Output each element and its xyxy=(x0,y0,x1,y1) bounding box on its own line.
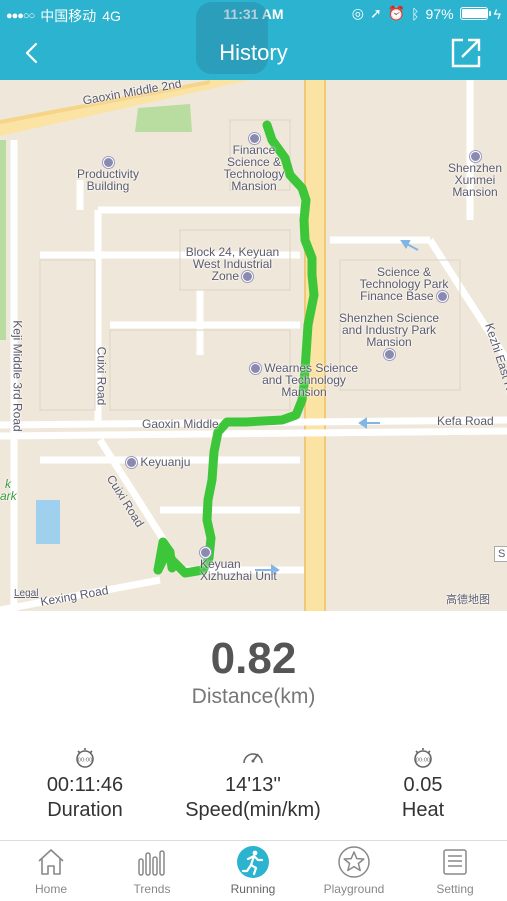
battery-percent: 97% xyxy=(425,5,454,22)
svg-text:00:00: 00:00 xyxy=(416,758,430,764)
duration-stat: 00:00 00:11:46 Duration xyxy=(10,745,160,823)
map-poi-keyuan-xizhuzhai: Keyuan Xizhuzhai Unit xyxy=(200,546,280,582)
stopwatch-icon: 00:00 xyxy=(414,748,432,768)
speed-stat: 14'13'' Speed(min/km) xyxy=(178,745,328,823)
map-poi-keyuanju: Keyuanju xyxy=(126,456,190,469)
heat-stat: 00:00 0.05 Heat xyxy=(348,745,498,823)
tab-trends[interactable]: Trends xyxy=(102,845,202,896)
poi-icon xyxy=(242,271,254,283)
charging-icon: ϟ xyxy=(493,5,501,22)
lock-rotation-icon: ◎ xyxy=(351,5,364,21)
map-road-badge: S xyxy=(494,546,507,562)
map-poi-productivity: Productivity Building xyxy=(68,156,148,192)
tab-playground[interactable]: Playground xyxy=(304,845,404,896)
map-label-kefa-road: Kefa Road xyxy=(437,414,494,428)
map-poi-xunmei: Shenzhen Xunmei Mansion xyxy=(440,150,507,198)
status-right: ◎ ➚ ⏰ ᛒ 97% ϟ xyxy=(352,5,501,22)
alarm-icon: ⏰ xyxy=(387,5,406,21)
heat-value: 0.05 xyxy=(403,774,443,796)
speed-label: Speed(min/km) xyxy=(185,799,321,821)
home-icon xyxy=(38,849,64,875)
map-provider-logo: 高德地图 xyxy=(446,594,490,606)
map-poi-block24: Block 24, Keyuan West Industrial Zone xyxy=(185,245,280,283)
tab-bar: Home Trends Running Playground Setting xyxy=(0,840,507,901)
poi-icon xyxy=(436,291,448,303)
map-label-gaoxin-middle: Gaoxin Middle xyxy=(142,417,219,431)
heat-label: Heat xyxy=(401,799,445,821)
poi-icon xyxy=(126,457,137,469)
distance-label: Distance(km) xyxy=(191,685,316,708)
poi-icon xyxy=(249,363,261,375)
tab-setting[interactable]: Setting xyxy=(405,845,505,896)
distance-value: 0.82 xyxy=(210,634,297,683)
bluetooth-icon: ᛒ xyxy=(411,5,420,22)
map-label-keji-road: Keji Middle 3rd Road xyxy=(10,320,25,432)
svg-text:00:00: 00:00 xyxy=(78,758,92,764)
star-icon xyxy=(338,846,370,878)
battery-icon xyxy=(459,7,491,20)
map-poi-st-park: Science & Technology Park Finance Base xyxy=(359,265,449,303)
speed-value: 14'13'' xyxy=(225,774,281,796)
map-poi-finance: Finance Science & Technology Mansion xyxy=(218,132,290,192)
stopwatch-icon: 00:00 xyxy=(76,748,94,768)
share-button[interactable] xyxy=(447,34,485,72)
trends-icon xyxy=(138,850,165,876)
duration-label: Duration xyxy=(47,799,123,821)
location-icon: ➚ xyxy=(369,5,382,21)
duration-value: 00:11:46 xyxy=(46,774,124,796)
nav-bar: History xyxy=(0,2,507,80)
map-label-cuixi-road: Cuixi Road xyxy=(94,346,109,406)
list-icon xyxy=(443,849,467,875)
map-label-park: k ark xyxy=(0,477,17,503)
route-map[interactable]: Gaoxin Middle 2nd Productivity Building … xyxy=(0,80,507,611)
speedometer-icon xyxy=(243,753,263,764)
map-poi-wearnes: Wearnes Science and Technology Mansion xyxy=(244,362,364,398)
tab-running[interactable]: Running xyxy=(203,845,303,896)
map-poi-sz-science: Shenzhen Science and Industry Park Mansi… xyxy=(334,312,444,361)
poi-icon xyxy=(383,349,395,361)
tab-home[interactable]: Home xyxy=(1,845,101,896)
page-title: History xyxy=(219,40,288,65)
running-icon xyxy=(237,846,269,878)
map-legal-link[interactable]: Legal xyxy=(14,588,38,600)
